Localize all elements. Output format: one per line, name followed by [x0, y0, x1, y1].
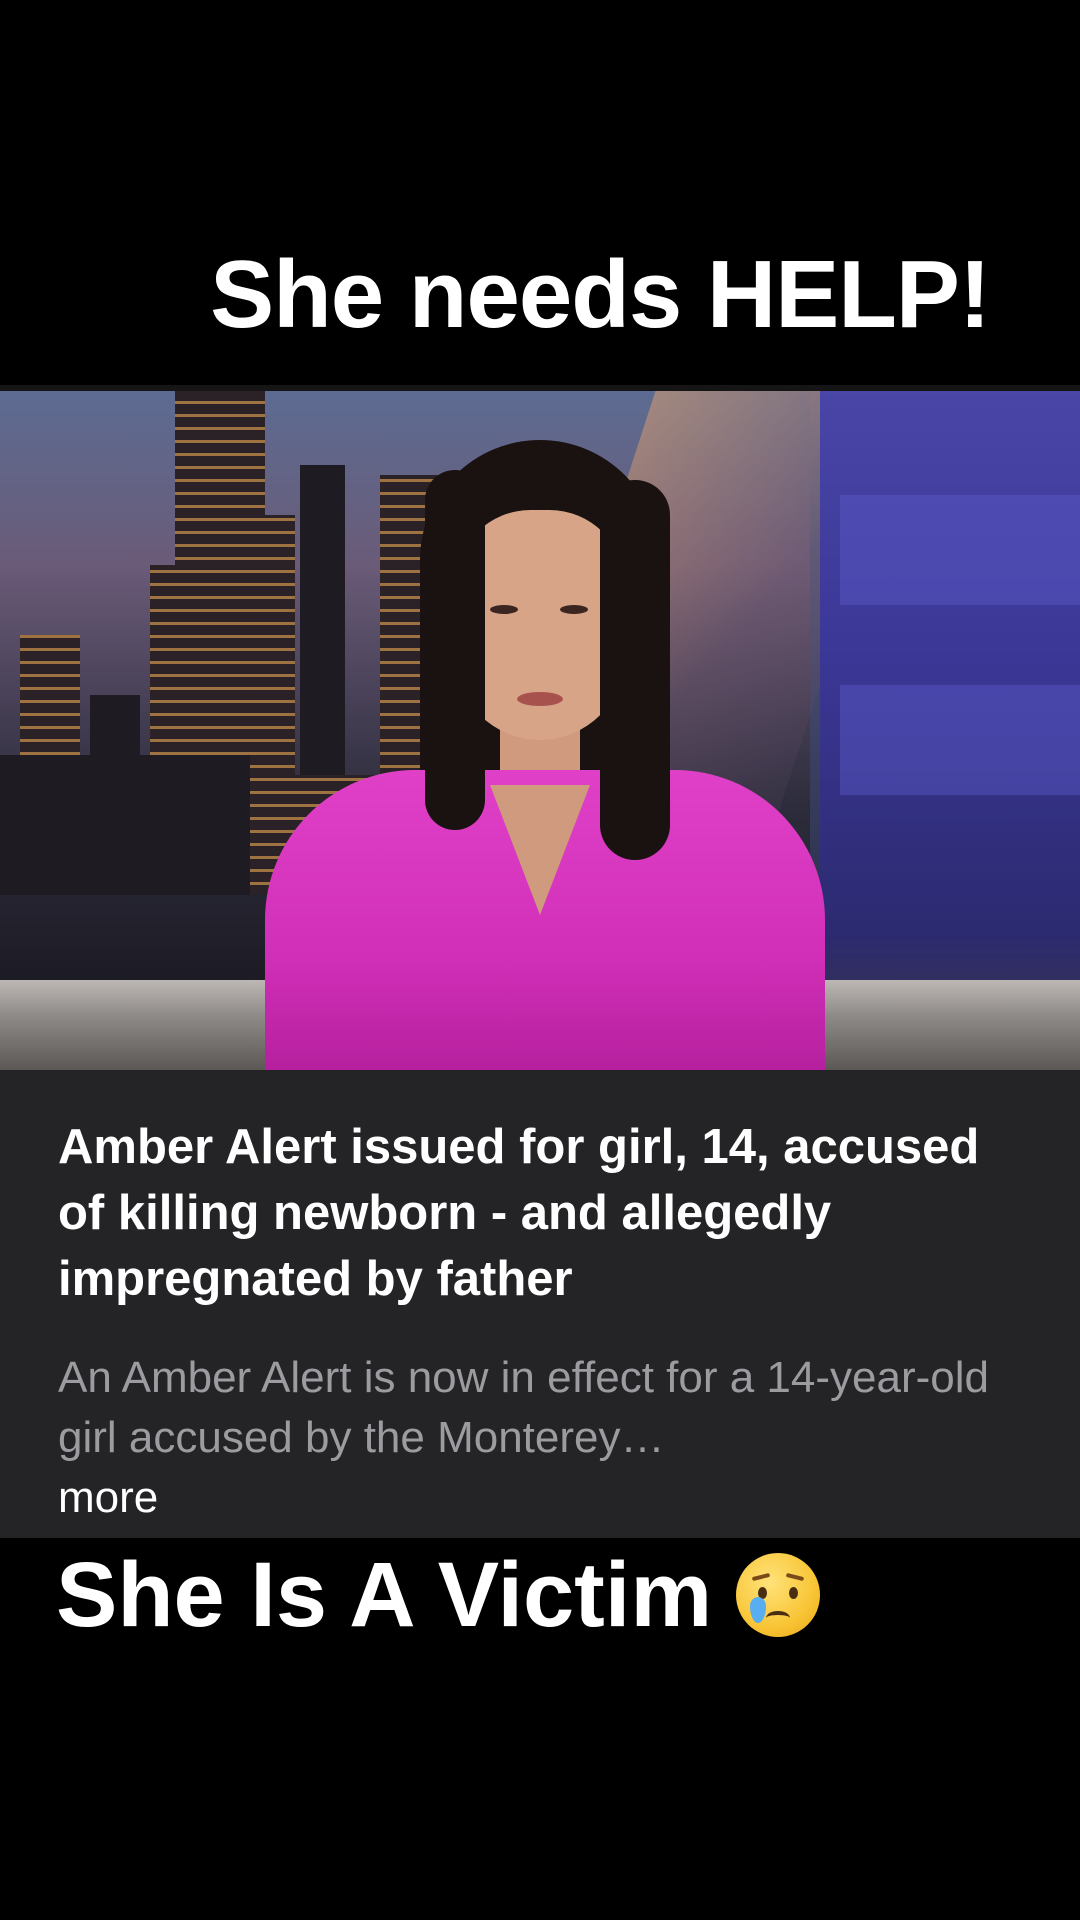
- article-description-text: An Amber Alert is now in effect for a 14…: [58, 1353, 989, 1462]
- crying-face-icon: [736, 1553, 821, 1637]
- studio-wall: [820, 385, 1080, 1070]
- news-video-frame[interactable]: [0, 385, 1080, 1070]
- video-post[interactable]: She needs HELP! Amber Alert issued for g…: [0, 0, 1080, 1920]
- article-headline[interactable]: Amber Alert issued for girl, 14, accused…: [58, 1114, 1022, 1312]
- bottom-caption-text: She Is A Victim: [56, 1544, 713, 1646]
- bottom-caption: She Is A Victim: [56, 1544, 821, 1646]
- article-description: An Amber Alert is now in effect for a 14…: [58, 1348, 1022, 1528]
- article-card[interactable]: Amber Alert issued for girl, 14, accused…: [0, 1070, 1080, 1538]
- news-anchor: [255, 440, 825, 1070]
- more-link[interactable]: more: [58, 1473, 158, 1522]
- top-caption: She needs HELP!: [210, 241, 991, 348]
